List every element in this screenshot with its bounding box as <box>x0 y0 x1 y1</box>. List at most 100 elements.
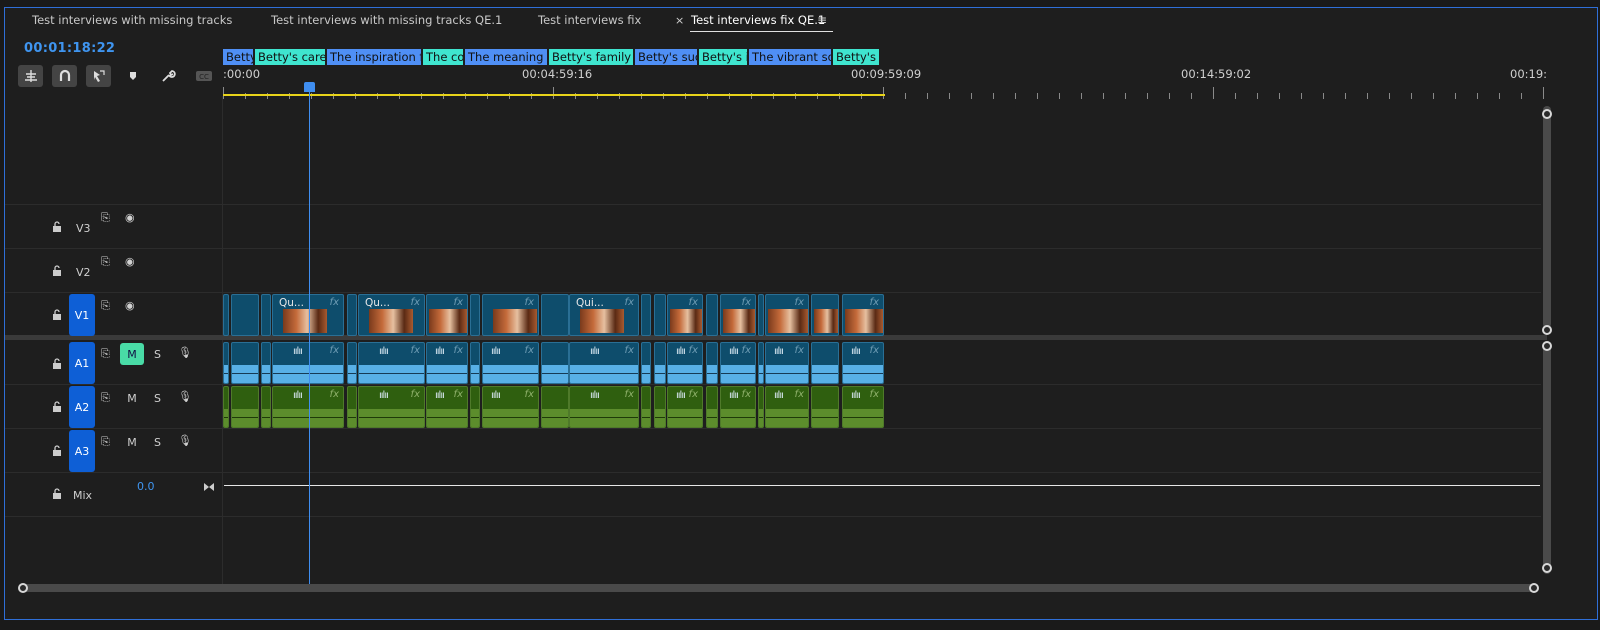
source-patch-a3[interactable]: A3 <box>69 430 95 472</box>
a1-clip[interactable] <box>641 342 651 384</box>
fx-badge[interactable]: fx <box>454 345 463 356</box>
add-marker-icon[interactable] <box>120 65 145 87</box>
playhead-line[interactable] <box>309 89 310 584</box>
clip-marker[interactable]: Betty's <box>223 49 255 65</box>
fx-badge[interactable]: fx <box>525 389 534 400</box>
panel-menu-icon[interactable]: ≡ <box>817 13 827 27</box>
v1-clip[interactable]: fx <box>482 294 539 336</box>
a2-clip[interactable] <box>811 386 839 428</box>
fx-badge[interactable]: fx <box>870 389 879 400</box>
sync-lock-icon[interactable]: ⎘ <box>101 255 110 269</box>
v1-clip[interactable]: fx Qu... <box>272 294 344 336</box>
source-patch-a1[interactable]: A1 <box>69 342 95 384</box>
clip-marker[interactable]: Betty's suc <box>635 49 699 65</box>
v1-clip[interactable] <box>470 294 480 336</box>
eye-icon[interactable]: ◉ <box>125 299 135 312</box>
time-ruler[interactable]: :00:00 00:04:59:16 00:09:59:09 00:14:59:… <box>223 65 1547 99</box>
clip-marker[interactable]: The meaning l <box>465 49 549 65</box>
fx-badge[interactable]: fx <box>689 297 698 308</box>
a1-clip[interactable]: fx ıılıı <box>765 342 809 384</box>
fx-badge[interactable]: fx <box>870 345 879 356</box>
fx-badge[interactable]: fx <box>689 345 698 356</box>
work-area-bar[interactable] <box>223 94 885 96</box>
fx-badge[interactable]: fx <box>525 297 534 308</box>
a2-clip[interactable] <box>654 386 666 428</box>
mute-button-a2[interactable]: M <box>120 387 144 409</box>
clip-marker[interactable]: Betty's i <box>699 49 749 65</box>
v1-clip[interactable]: fx <box>842 294 884 336</box>
fx-badge[interactable]: fx <box>454 297 463 308</box>
a1-clip[interactable]: fx ıılıı <box>358 342 425 384</box>
a1-clip[interactable] <box>706 342 718 384</box>
scrollbar-handle[interactable] <box>1542 325 1552 335</box>
v1-clip[interactable]: fx <box>426 294 468 336</box>
eye-icon[interactable]: ◉ <box>125 255 135 268</box>
scrollbar-handle[interactable] <box>1542 109 1552 119</box>
v1-clip[interactable]: fx <box>720 294 756 336</box>
a1-clip[interactable] <box>758 342 764 384</box>
lock-icon[interactable] <box>51 309 63 321</box>
a2-clip[interactable]: fx ıılıı <box>482 386 539 428</box>
v1-clip[interactable] <box>261 294 271 336</box>
fx-badge[interactable]: fx <box>330 345 339 356</box>
sync-lock-icon[interactable]: ⎘ <box>101 347 110 361</box>
a1-clip[interactable] <box>223 342 229 384</box>
v1-clip[interactable] <box>223 294 229 336</box>
v1-clip[interactable]: fx Qu... <box>358 294 425 336</box>
lock-icon[interactable] <box>51 401 63 413</box>
video-track-scrollbar[interactable] <box>1543 106 1551 328</box>
a2-clip[interactable] <box>261 386 271 428</box>
a1-clip[interactable]: fx ıılıı <box>426 342 468 384</box>
a1-clip[interactable] <box>654 342 666 384</box>
fx-badge[interactable]: fx <box>411 389 420 400</box>
fx-badge[interactable]: fx <box>795 345 804 356</box>
fx-badge[interactable]: fx <box>742 345 751 356</box>
solo-button-a1[interactable]: S <box>154 348 161 361</box>
a2-clip[interactable]: fx ıılıı <box>426 386 468 428</box>
fx-badge[interactable]: fx <box>689 389 698 400</box>
a1-clip[interactable]: fx ıılıı <box>667 342 703 384</box>
fx-badge[interactable]: fx <box>330 297 339 308</box>
timeline-zoom-scrollbar[interactable] <box>23 584 1539 592</box>
audio-track-scrollbar[interactable] <box>1543 342 1551 574</box>
scrollbar-handle[interactable] <box>1542 341 1552 351</box>
clip-marker[interactable]: The co <box>423 49 465 65</box>
tab-interviews-fix[interactable]: Test interviews fix <box>538 13 641 27</box>
sync-lock-icon[interactable]: ⎘ <box>101 435 110 449</box>
nest-sequence-icon[interactable] <box>18 65 43 87</box>
a2-clip[interactable] <box>758 386 764 428</box>
a2-clip[interactable]: fx ıılıı <box>765 386 809 428</box>
solo-button-a2[interactable]: S <box>154 392 161 405</box>
v1-clip[interactable] <box>706 294 718 336</box>
v1-clip[interactable] <box>654 294 666 336</box>
a1-clip[interactable]: fx ıılıı <box>842 342 884 384</box>
solo-button-a3[interactable]: S <box>154 436 161 449</box>
clip-marker[interactable]: The vibrant so <box>749 49 833 65</box>
snap-icon[interactable] <box>52 65 77 87</box>
lock-icon[interactable] <box>51 221 63 233</box>
a1-clip[interactable] <box>541 342 569 384</box>
lock-icon[interactable] <box>51 488 63 500</box>
mix-level-line[interactable] <box>224 485 1540 486</box>
fx-badge[interactable]: fx <box>795 389 804 400</box>
fx-badge[interactable]: fx <box>454 389 463 400</box>
fx-badge[interactable]: fx <box>525 345 534 356</box>
lock-icon[interactable] <box>51 265 63 277</box>
v1-clip[interactable] <box>811 294 839 336</box>
lock-icon[interactable] <box>51 358 63 370</box>
fx-badge[interactable]: fx <box>795 297 804 308</box>
clip-marker[interactable]: Betty's career <box>255 49 327 65</box>
v1-clip[interactable] <box>231 294 259 336</box>
a1-clip[interactable]: fx ıılıı <box>272 342 344 384</box>
a2-clip[interactable]: fx ıılıı <box>720 386 756 428</box>
a2-clip[interactable] <box>541 386 569 428</box>
track-label-mix[interactable]: Mix <box>73 489 92 502</box>
track-label-v2[interactable]: V2 <box>76 266 91 279</box>
a2-clip[interactable] <box>347 386 357 428</box>
clip-marker[interactable]: The inspiration fr <box>327 49 423 65</box>
playhead-timecode[interactable]: 00:01:18:22 <box>24 41 115 56</box>
tab-interviews-fix-qe1[interactable]: Test interviews fix QE.1 <box>691 13 825 27</box>
fx-badge[interactable]: fx <box>625 345 634 356</box>
a1-clip[interactable] <box>347 342 357 384</box>
mute-button-a1[interactable]: M <box>120 343 144 365</box>
